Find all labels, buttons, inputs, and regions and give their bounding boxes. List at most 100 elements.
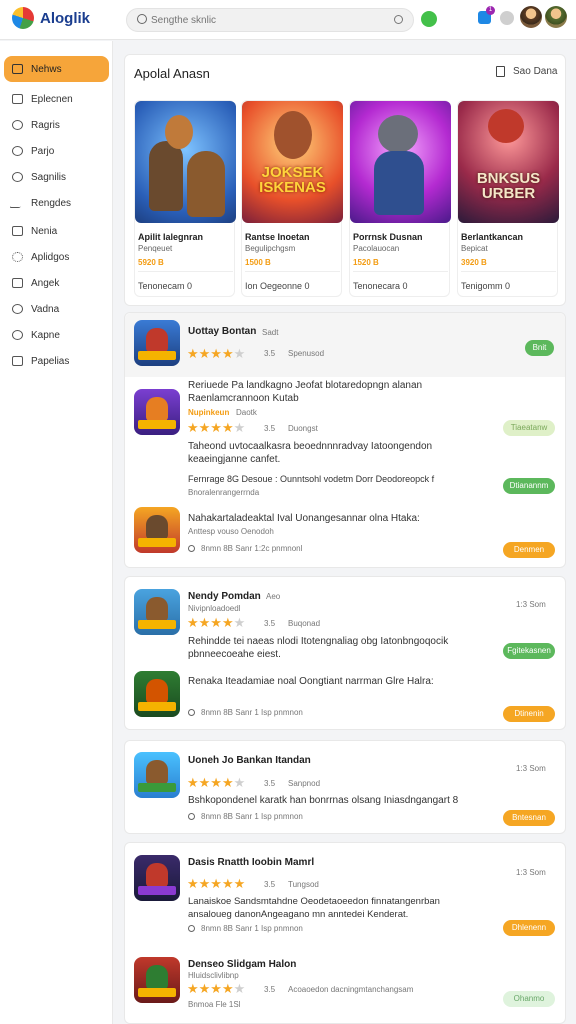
top-bar: Aloglik 1: [0, 0, 576, 40]
settings-icon[interactable]: [500, 11, 514, 25]
game-icon[interactable]: [134, 855, 180, 901]
sidebar-item-6[interactable]: Rengdes: [4, 190, 109, 216]
sidebar-item-10[interactable]: Vadna: [4, 296, 109, 322]
game-title[interactable]: Denseo Slidgam Halon: [188, 959, 296, 970]
sidebar-item-3[interactable]: Ragris: [4, 112, 109, 138]
game-title[interactable]: Uoneh Jo Bankan Itandan: [188, 755, 311, 766]
game-title[interactable]: Reriuede Pa landkagno Jeofat blotaredopn…: [188, 380, 422, 391]
home-icon: [12, 64, 23, 74]
game-meta: Duongst: [288, 424, 318, 433]
game-cover-image: [135, 101, 236, 223]
game-subtitle: Penqeuet: [138, 244, 173, 253]
get-button[interactable]: Denmen: [503, 542, 555, 558]
game-cover-image: JOKSEK ISKENAS: [242, 101, 343, 223]
game-tag: Sadt: [262, 328, 279, 337]
install-button[interactable]: Bnit: [525, 340, 554, 356]
search-bar[interactable]: [126, 8, 414, 32]
game-meta-text: 8nmn 8B Sanr 1 Isp pnmnon: [201, 924, 303, 933]
search-submit-icon[interactable]: [394, 15, 403, 24]
divider: [138, 271, 233, 272]
list-icon: [12, 278, 23, 288]
featured-card[interactable]: Apilit Ialegnran Penqeuet 5920 B Tenonec…: [134, 100, 236, 297]
app-logo[interactable]: [12, 7, 34, 29]
cover-title: BNKSUS URBER: [476, 170, 541, 202]
game-tag: Aeo: [266, 592, 281, 601]
brand-name[interactable]: Aloglik: [40, 10, 90, 27]
globe-icon: [12, 146, 23, 156]
sidebar-item-2[interactable]: Eplecnen: [4, 86, 109, 112]
game-icon[interactable]: [134, 389, 180, 435]
get-button[interactable]: Dtianannm: [503, 478, 555, 494]
rating-value: 3.5: [264, 779, 276, 788]
chat-icon[interactable]: [421, 11, 437, 27]
featured-card[interactable]: BNKSUS URBER Berlantkancan Bepicat 3920 …: [457, 100, 559, 297]
sidebar-item-label: Ragris: [31, 119, 60, 131]
featured-card[interactable]: Porrnsk Dusnan Pacolauocan 1520 B Tenone…: [349, 100, 451, 297]
game-subtitle: Raenlamcrannoon Kutab: [188, 393, 299, 404]
character-head: [274, 111, 312, 159]
rating-stars: ★★★★★: [187, 876, 246, 891]
sidebar-item-12[interactable]: Papelias: [4, 348, 109, 374]
game-cover-image: [350, 101, 451, 223]
game-title[interactable]: Nendy Pomdan: [188, 591, 261, 602]
game-title[interactable]: Renaka Iteadamiae noal Oongtiant narrman…: [188, 676, 434, 687]
game-price: 1520 B: [353, 258, 379, 267]
sidebar-item-label: Eplecnen: [31, 93, 73, 105]
sidebar-item-label: Nenia: [31, 225, 58, 237]
get-button[interactable]: Fgitekasnen: [503, 643, 555, 659]
game-meta: 8nmn 8B Sanr 1 Isp pnmnon: [188, 812, 303, 821]
game-meta-text: 8nmn 8B Sanr 1 Isp pnmnon: [201, 708, 303, 717]
icon-banner: [138, 620, 176, 629]
character-head: [378, 115, 418, 153]
get-button[interactable]: Dhlenenn: [503, 920, 555, 936]
game-icon[interactable]: [134, 320, 180, 366]
install-button[interactable]: Tiaeatanw: [503, 420, 555, 436]
sidebar-item-home[interactable]: Nehws: [4, 56, 109, 82]
game-icon[interactable]: [134, 507, 180, 553]
sidebar-item-label: Angek: [31, 277, 60, 289]
character-figure: [149, 141, 183, 211]
game-icon[interactable]: [134, 752, 180, 798]
game-title[interactable]: Uottay Bontan: [188, 326, 256, 337]
game-title[interactable]: Dasis Rnatth Ioobin Mamrl: [188, 857, 314, 868]
notification-icon[interactable]: 1: [478, 6, 495, 24]
search-input[interactable]: [151, 12, 381, 28]
game-price: 5920 B: [138, 258, 164, 267]
box-icon: [12, 226, 23, 236]
sidebar-item-label: Vadna: [31, 303, 60, 315]
game-title[interactable]: Nahakartaladeaktal Ival Uonangesannar ol…: [188, 513, 420, 524]
avatar-secondary[interactable]: [545, 6, 567, 28]
character-figure: [374, 151, 424, 215]
rating-value: 3.5: [264, 619, 276, 628]
rating-value: 3.5: [264, 349, 276, 358]
search-icon: [137, 14, 147, 24]
game-subtitle: Pacolauocan: [353, 244, 400, 253]
sidebar-item-8[interactable]: Aplidgos: [4, 244, 109, 270]
see-all-link[interactable]: Sao Dana: [496, 66, 557, 77]
game-meta: Tenigomm 0: [461, 281, 511, 291]
get-button[interactable]: Bntesnan: [503, 810, 555, 826]
sidebar-item-7[interactable]: Nenia: [4, 218, 109, 244]
divider: [245, 271, 340, 272]
game-meta: Spenusod: [288, 349, 325, 358]
rating-value: 3.5: [264, 880, 276, 889]
game-icon[interactable]: [134, 957, 180, 1003]
game-subtitle: Nivipnloadoedl: [188, 604, 241, 613]
sidebar-item-label: Aplidgos: [31, 251, 70, 263]
sidebar-item-9[interactable]: Angek: [4, 270, 109, 296]
game-time: 1:3 Som: [516, 600, 546, 609]
rating-stars: ★★★★★: [187, 981, 246, 996]
get-button[interactable]: Ohanmo: [503, 991, 555, 1007]
game-icon[interactable]: [134, 671, 180, 717]
icon-banner: [138, 886, 176, 895]
avatar[interactable]: [520, 6, 542, 28]
game-icon[interactable]: [134, 589, 180, 635]
featured-card[interactable]: JOKSEK ISKENAS Rantse Inoetan Begulipchg…: [241, 100, 343, 297]
icon-figure: [146, 397, 168, 421]
sidebar-item-11[interactable]: Kapne: [4, 322, 109, 348]
sidebar-item-5[interactable]: Sagnilis: [4, 164, 109, 190]
get-button[interactable]: Dtinenin: [503, 706, 555, 722]
game-time: 1:3 Som: [516, 868, 546, 877]
game-meta: Sanpnod: [288, 779, 321, 788]
sidebar-item-4[interactable]: Parjo: [4, 138, 109, 164]
